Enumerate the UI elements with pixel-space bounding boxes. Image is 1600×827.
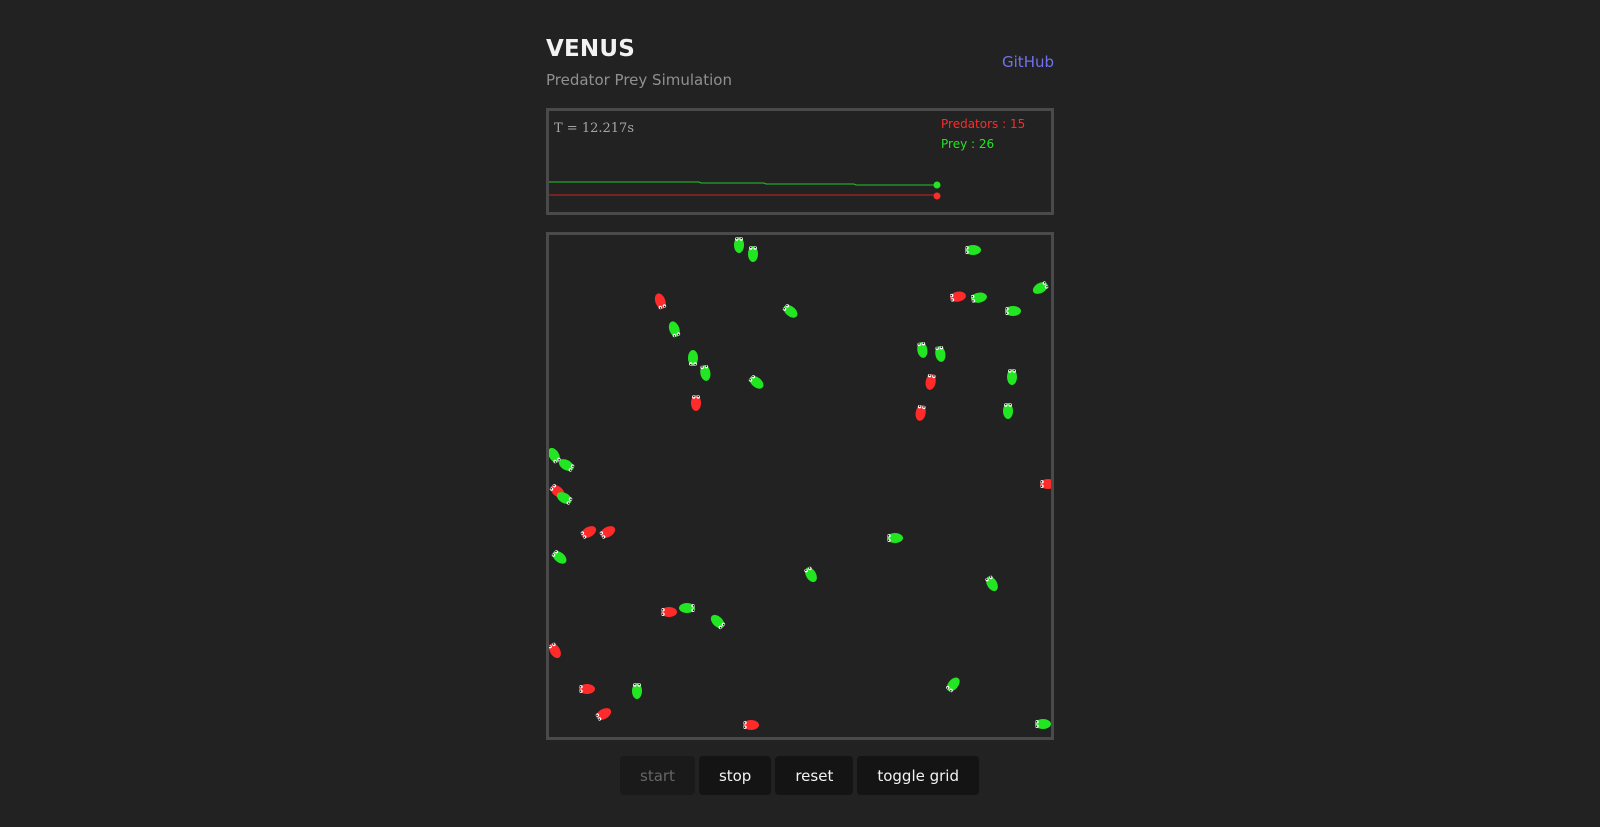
prey-creature [1003, 403, 1013, 419]
prey-creature [688, 350, 698, 366]
prey-creature [734, 237, 744, 253]
predator-count: Predators : 15 [941, 117, 1026, 131]
toggle-grid-button[interactable]: toggle grid [857, 756, 979, 795]
predator-creature [661, 607, 677, 617]
prey-creature [935, 345, 946, 362]
prey-creature [917, 341, 928, 358]
predator-creature [743, 720, 759, 730]
prey-creature [946, 677, 960, 693]
prey-creature [632, 683, 642, 699]
predator-creature [548, 642, 561, 659]
predator-creature [925, 373, 936, 390]
reset-button[interactable]: reset [775, 756, 854, 795]
prey-creature [887, 533, 903, 543]
prey-creature [700, 364, 711, 381]
simulation-world [548, 237, 1056, 730]
predator-creature [595, 708, 612, 721]
prey-current-marker [933, 181, 941, 189]
population-stats-panel: T = 12.217s Predators : 15 Prey : 26 [546, 108, 1054, 215]
simulation-canvas[interactable] [546, 232, 1056, 740]
prey-creature [710, 614, 726, 630]
prey-creature [668, 321, 681, 338]
app-title: VENUS [546, 36, 636, 62]
prey-creature [782, 304, 798, 318]
prey-creature [1035, 719, 1051, 729]
prey-creature [1032, 281, 1049, 294]
prey-creature [748, 375, 764, 389]
app-container: VENUS Predator Prey Simulation GitHub T … [546, 0, 1056, 827]
prey-creature [748, 246, 758, 262]
prey-creature [1005, 306, 1021, 316]
prey-creature [679, 603, 695, 613]
prey-creature [804, 566, 817, 583]
predator-creature [915, 404, 926, 421]
prey-creature [985, 575, 998, 592]
stop-button[interactable]: stop [698, 756, 772, 795]
github-link[interactable]: GitHub [1002, 53, 1054, 71]
start-button[interactable]: start [620, 756, 695, 795]
controls-bar: start stop reset toggle grid [620, 756, 979, 795]
time-readout: T = 12.217s [554, 121, 634, 136]
prey-creature [551, 550, 567, 564]
prey-creature [1007, 369, 1017, 385]
predator-creature [654, 293, 667, 310]
prey-creature [965, 245, 981, 255]
prey-count: Prey : 26 [941, 137, 995, 151]
predator-creature [579, 684, 595, 694]
predator-creature [1040, 479, 1056, 489]
app-subtitle: Predator Prey Simulation [546, 71, 732, 89]
prey-population-line [549, 181, 937, 186]
predator-current-marker [933, 192, 941, 200]
predator-creature [580, 526, 597, 539]
predator-creature [949, 291, 966, 302]
predator-creature [599, 526, 616, 539]
predator-creature [691, 395, 701, 411]
prey-creature [970, 292, 987, 303]
